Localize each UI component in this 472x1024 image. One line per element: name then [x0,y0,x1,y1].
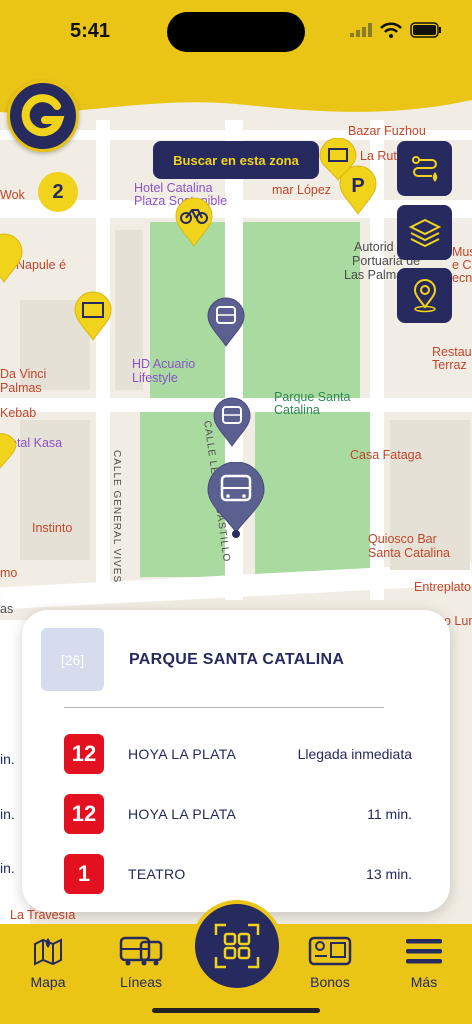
poi-label: ecn [452,271,472,285]
poi-label: Instinto [32,521,73,535]
search-area-button[interactable]: Buscar en esta zona [153,141,319,179]
poi-label: Wok [0,188,25,202]
signal-icon [350,23,372,37]
home-indicator[interactable] [152,1008,320,1013]
street-label: as [0,602,14,616]
shop-pin-icon[interactable] [72,290,114,342]
poi-label: Kebab [0,406,37,420]
poi-label: Terraz [432,358,467,372]
arrival-eta: Llegada inmediata [297,746,412,762]
background-eta: in. [0,860,15,876]
card-divider [64,707,384,708]
bus-icon [119,936,163,966]
menu-icon [406,939,442,964]
bus-stop-pin-icon[interactable] [212,396,252,448]
logo-g-icon [21,94,65,137]
map-icon [34,938,62,966]
bicycle-pin-icon[interactable] [172,196,216,248]
poi-label: Muse [452,245,472,259]
arrival-eta: 13 min. [366,866,412,882]
battery-icon [410,22,441,38]
arrival-destination: HOYA LA PLATA [128,806,237,822]
poi-label: Parque Santa [274,390,351,404]
poi-label: Hotel Catalina [134,181,213,195]
poi-label: Las Palma [344,268,404,282]
stop-name: PARQUE SANTA CATALINA [129,651,345,668]
tab-label: Líneas [119,974,163,990]
arrival-destination: TEATRO [128,866,186,882]
poi-label: Bazar Fuzhou [348,124,426,138]
status-time: 5:41 [70,20,111,42]
poi-label: Restau [432,345,472,359]
poi-label: Casa Fataga [350,448,422,462]
selected-bus-stop-pin-icon[interactable] [205,462,267,540]
route-button[interactable] [397,141,452,196]
shop-pin-icon[interactable] [0,232,26,284]
poi-label: e C [452,258,472,272]
poi-label: Lifestyle [132,371,178,385]
background-eta: in. [0,751,15,767]
device-notch [167,12,305,52]
line-badge: 1 [64,854,104,894]
shop-pin-icon[interactable] [318,138,358,182]
cluster-marker[interactable]: 2 [38,172,78,212]
arrival-eta: 11 min. [367,806,412,822]
arrival-row[interactable]: 12 HOYA LA PLATA 11 min. [64,794,412,834]
tab-mas[interactable]: Más [379,934,469,990]
location-pin-icon [413,278,436,312]
status-icons [350,22,442,38]
layers-icon [408,218,441,247]
stop-code-badge: [26] [41,628,104,691]
app-logo[interactable] [7,80,79,152]
street-label: CALLE GENERAL VIVES [111,450,122,584]
poi-label: Entreplato [414,580,471,594]
route-icon [411,155,437,182]
my-location-button[interactable] [397,268,452,323]
background-eta: in. [0,806,15,822]
layers-button[interactable] [397,205,452,260]
tab-bonos[interactable]: Bonos [285,934,375,990]
line-badge: 12 [64,794,104,834]
poi-label: mo [0,566,18,580]
poi-label: Da Vinci [0,367,47,381]
poi-label: Quiosco Bar [368,532,437,546]
stop-arrivals-card: [26] PARQUE SANTA CATALINA 12 HOYA LA PL… [22,610,450,912]
poi-label: Catalina [274,403,320,417]
poi-label: HD Acuario [132,357,196,371]
poi-label: Autorid [354,240,394,254]
poi-label: Santa Catalina [368,546,451,560]
poi-label: mar López [272,183,332,197]
arrival-destination: HOYA LA PLATA [128,746,237,762]
bus-stop-pin-icon[interactable] [206,296,246,348]
wifi-icon [380,22,402,38]
tab-label: Mapa [30,974,66,990]
scan-qr-button[interactable] [191,900,283,992]
arrival-row[interactable]: 12 HOYA LA PLATA Llegada inmediata [64,734,412,774]
tab-lineas[interactable]: Líneas [96,934,186,990]
card-icon [308,936,352,966]
line-badge: 12 [64,734,104,774]
tab-label: Más [410,974,438,990]
arrival-row[interactable]: 1 TEATRO 13 min. [64,854,412,894]
poi-label: Palmas [0,381,42,395]
shop-pin-icon[interactable] [0,428,18,470]
tab-label: Bonos [310,974,350,990]
tab-mapa[interactable]: Mapa [3,934,93,990]
qr-scan-icon [214,923,260,969]
